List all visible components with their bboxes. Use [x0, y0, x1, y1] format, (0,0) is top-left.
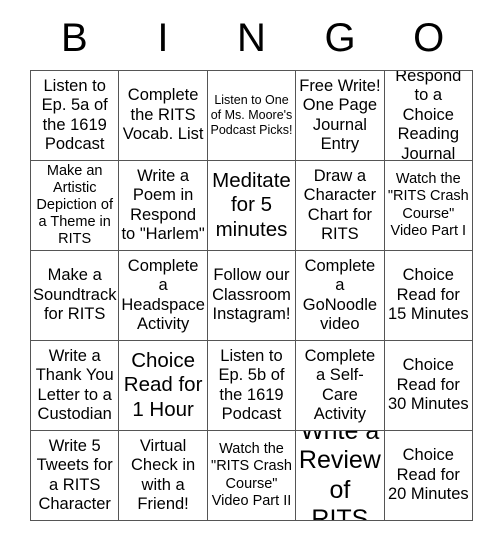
bingo-cell-r3c1[interactable]: Make a Soundtrack for RITS — [31, 251, 120, 341]
bingo-cell-r1c1[interactable]: Listen to Ep. 5a of the 1619 Podcast — [31, 71, 120, 161]
bingo-cell-label: Meditate for 5 minutes — [212, 169, 291, 241]
bingo-cell-r2c1[interactable]: Make an Artistic Depiction of a Theme in… — [31, 161, 120, 251]
bingo-cell-r4c5[interactable]: Choice Read for 30 Minutes — [384, 341, 473, 431]
bingo-cell-r5c5[interactable]: Choice Read for 20 Minutes — [384, 431, 473, 521]
bingo-cell-r4c4[interactable]: Complete a Self-Care Activity — [296, 341, 385, 431]
bingo-cell-label: Complete a GoNoodle video — [302, 256, 378, 333]
bingo-cell-label: Choice Read for 1 Hour — [123, 349, 203, 421]
bingo-cell-label: Watch the "RITS Crash Course" Video Part… — [211, 441, 292, 509]
bingo-header-letter-o: O — [413, 16, 445, 60]
bingo-cell-label: Choice Read for 15 Minutes — [387, 266, 469, 324]
bingo-cell-r5c1[interactable]: Write 5 Tweets for a RITS Character — [31, 431, 120, 521]
bingo-cell-r5c4[interactable]: Write a Review of RITS — [296, 431, 385, 521]
bingo-cell-label: Listen to Ep. 5b of the 1619 Podcast — [218, 346, 285, 423]
bingo-cell-label: Respond to a Choice Reading Journal — [395, 71, 462, 161]
bingo-cell-r2c3[interactable]: Meditate for 5 minutes — [207, 161, 297, 251]
bingo-cell-label: Complete a Headspace Activity — [121, 256, 205, 333]
bingo-cell-label: Listen to Ep. 5a of the 1619 Podcast — [41, 76, 108, 153]
bingo-cell-r3c3[interactable]: Follow our Classroom Instagram! — [207, 251, 297, 341]
bingo-cell-label: Follow our Classroom Instagram! — [212, 266, 291, 324]
bingo-cell-label: Choice Read for 20 Minutes — [387, 446, 469, 504]
bingo-header-letter-g: G — [324, 16, 356, 60]
bingo-cell-r4c3[interactable]: Listen to Ep. 5b of the 1619 Podcast — [207, 341, 297, 431]
bingo-cell-r1c4[interactable]: Free Write! One Page Journal Entry — [296, 71, 385, 161]
bingo-cell-label: Write a Review of RITS — [298, 431, 381, 521]
bingo-cell-r4c2[interactable]: Choice Read for 1 Hour — [119, 341, 208, 431]
bingo-cell-r5c2[interactable]: Virtual Check in with a Friend! — [119, 431, 208, 521]
bingo-header-letter-i: I — [157, 16, 169, 60]
bingo-cell-r2c4[interactable]: Draw a Character Chart for RITS — [296, 161, 385, 251]
bingo-cell-label: Complete the RITS Vocab. List — [122, 86, 204, 144]
bingo-cell-r2c2[interactable]: Write a Poem in Respond to "Harlem" — [119, 161, 208, 251]
bingo-grid: Listen to Ep. 5a of the 1619 Podcast Comp… — [30, 70, 473, 521]
bingo-cell-label: Write a Poem in Respond to "Harlem" — [121, 166, 205, 243]
bingo-cell-r3c4[interactable]: Complete a GoNoodle video — [296, 251, 385, 341]
bingo-cell-r5c3[interactable]: Watch the "RITS Crash Course" Video Part… — [207, 431, 297, 521]
bingo-cell-label: Listen to One of Ms. Moore's Podcast Pic… — [210, 93, 293, 137]
bingo-cell-label: Write 5 Tweets for a RITS Character — [36, 436, 113, 513]
bingo-header-letter-b: B — [60, 16, 88, 60]
bingo-cell-label: Make an Artistic Depiction of a Theme in… — [36, 162, 113, 248]
bingo-cell-r1c5[interactable]: Respond to a Choice Reading Journal — [384, 71, 473, 161]
bingo-header-letter-n: N — [237, 16, 266, 60]
bingo-cell-label: Write a Thank You Letter to a Custodian — [35, 346, 114, 423]
bingo-cell-r2c5[interactable]: Watch the "RITS Crash Course" Video Part… — [384, 161, 473, 251]
bingo-cell-label: Draw a Character Chart for RITS — [303, 166, 377, 243]
bingo-card: B I N G O Listen to Ep. 5a of the 1619 P… — [0, 0, 500, 544]
bingo-cell-r3c2[interactable]: Complete a Headspace Activity — [119, 251, 208, 341]
bingo-header: B I N G O — [30, 8, 473, 68]
bingo-cell-label: Make a Soundtrack for RITS — [33, 266, 117, 324]
bingo-cell-label: Complete a Self-Care Activity — [304, 346, 376, 423]
bingo-cell-label: Choice Read for 30 Minutes — [387, 356, 469, 414]
bingo-cell-r1c2[interactable]: Complete the RITS Vocab. List — [119, 71, 208, 161]
bingo-cell-label: Watch the "RITS Crash Course" Video Part… — [387, 171, 469, 239]
bingo-cell-label: Free Write! One Page Journal Entry — [299, 76, 381, 153]
bingo-cell-r4c1[interactable]: Write a Thank You Letter to a Custodian — [31, 341, 120, 431]
bingo-cell-label: Virtual Check in with a Friend! — [130, 436, 196, 513]
bingo-cell-r1c3[interactable]: Listen to One of Ms. Moore's Podcast Pic… — [207, 71, 297, 161]
bingo-cell-r3c5[interactable]: Choice Read for 15 Minutes — [384, 251, 473, 341]
